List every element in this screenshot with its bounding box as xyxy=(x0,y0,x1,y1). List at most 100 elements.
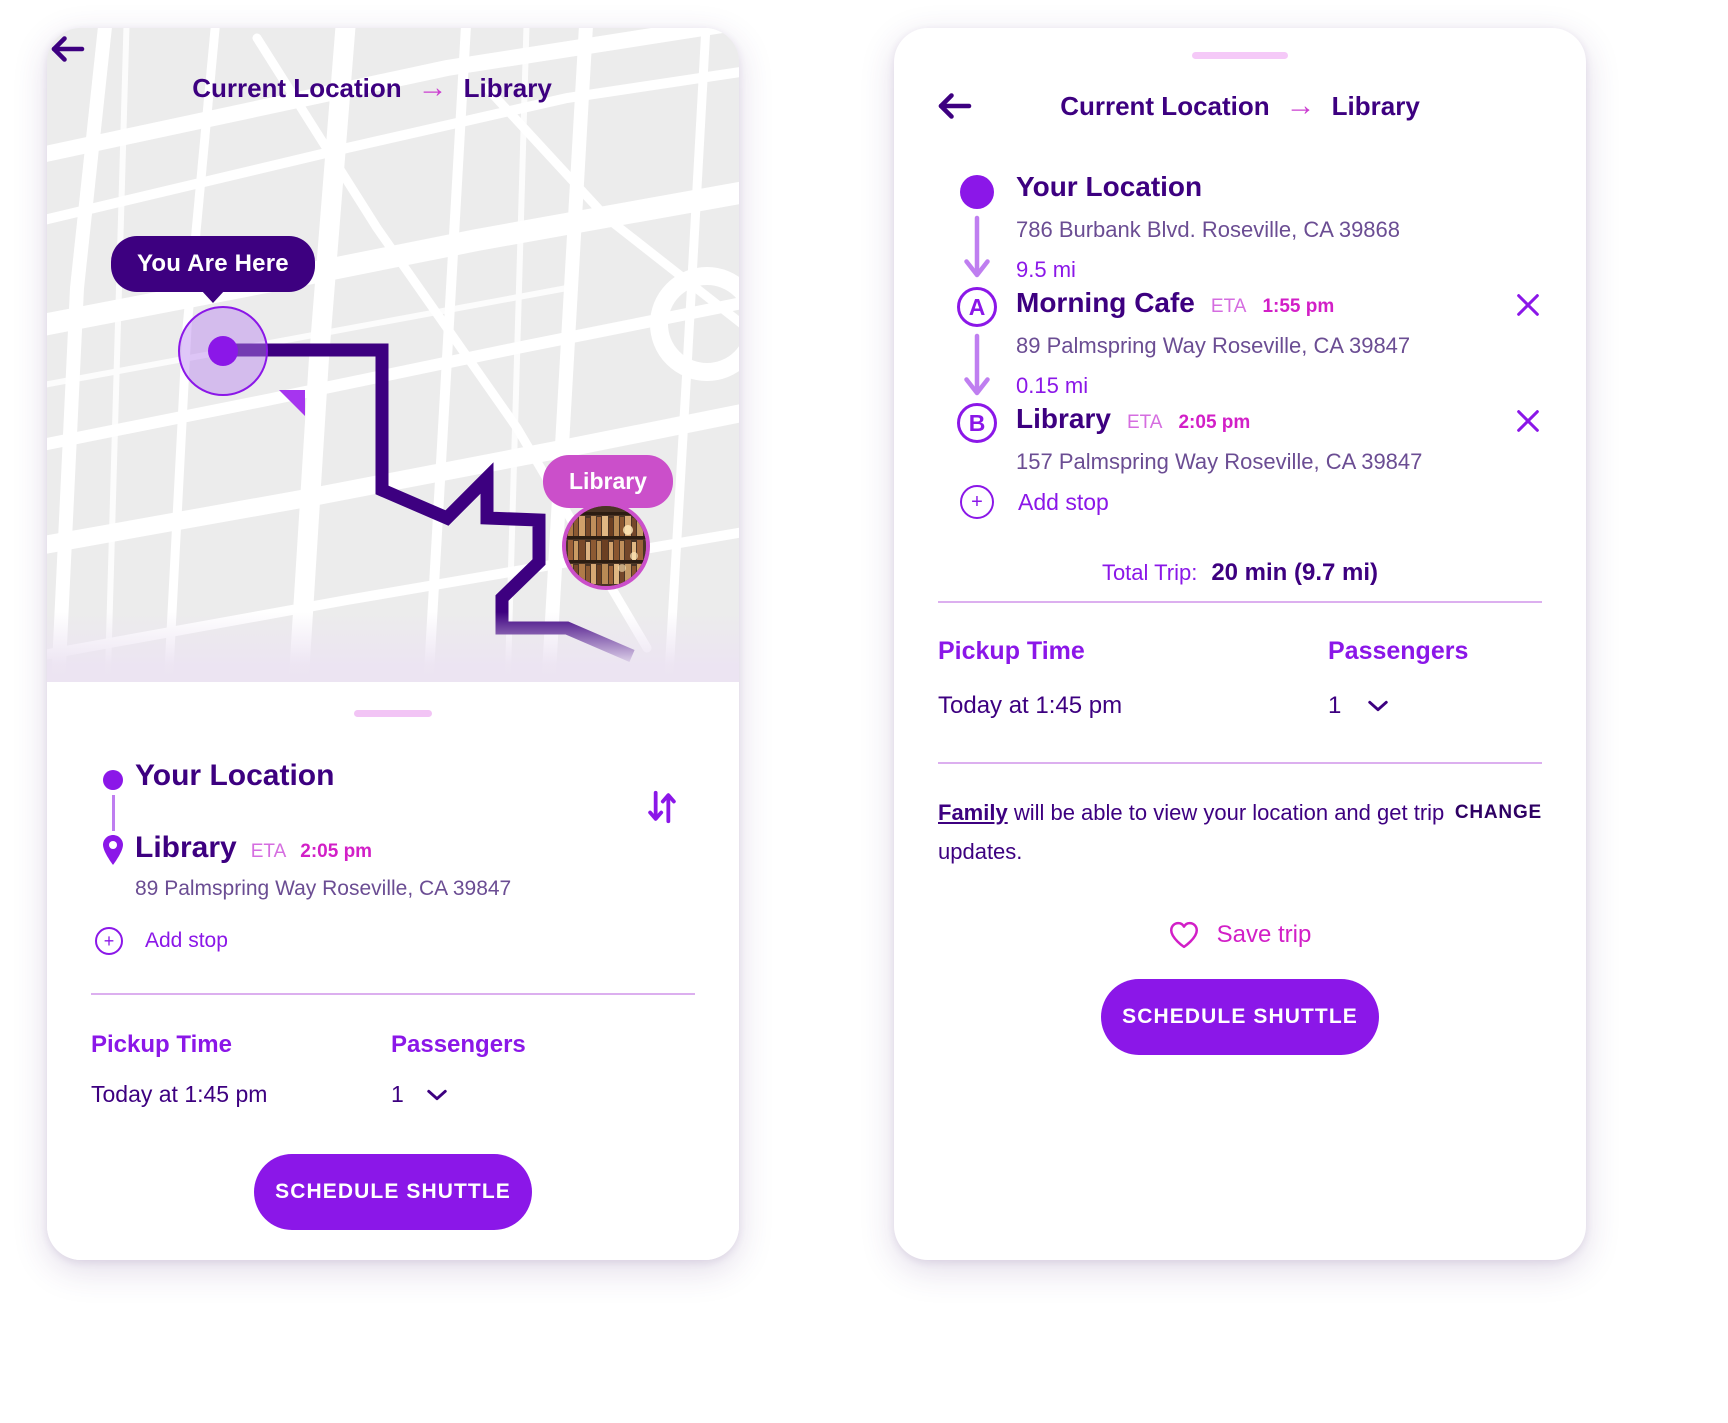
phone-screen-map: Current Location → Library You Are Here … xyxy=(47,28,739,1260)
stop-address: 89 Palmspring Way Roseville, CA 39847 xyxy=(1016,333,1411,358)
origin-dot-icon xyxy=(103,770,123,790)
stop-address: 157 Palmspring Way Roseville, CA 39847 xyxy=(1016,449,1423,474)
stop-title: Your Location xyxy=(1016,171,1542,203)
remove-stop-icon[interactable] xyxy=(1514,407,1542,435)
breadcrumb-arrow-icon: → xyxy=(1285,89,1316,122)
total-trip-label: Total Trip: xyxy=(1101,560,1198,585)
destination-main: Library ETA 2:05 pm 89 Palmspring Way Ro… xyxy=(135,831,511,901)
eta-value: 2:05 pm xyxy=(300,841,373,862)
stop-name: Your Location xyxy=(1016,171,1203,202)
screens-container: Current Location → Library You Are Here … xyxy=(0,0,1728,1423)
stop-list: Your Location 786 Burbank Blvd. Rosevill… xyxy=(938,171,1542,479)
origin-title: Your Location xyxy=(135,759,335,792)
passengers-label: Passengers xyxy=(391,1031,526,1058)
share-audience[interactable]: Family xyxy=(938,800,1008,825)
eta-value: 1:55 pm xyxy=(1262,296,1335,317)
heart-outline-icon xyxy=(1169,921,1198,949)
map-view[interactable]: Current Location → Library You Are Here … xyxy=(47,28,739,682)
sheet-grabber[interactable] xyxy=(1192,52,1288,59)
origin-dot-icon xyxy=(960,175,994,209)
pickup-time-value: Today at 1:45 pm xyxy=(938,692,1123,719)
share-description-rest: will be able to view your location and g… xyxy=(938,800,1445,864)
plus-circle-icon: + xyxy=(960,485,994,519)
route-gutter-destination xyxy=(91,831,135,865)
trip-fields: Pickup Time Today at 1:45 pm Passengers … xyxy=(938,637,1542,720)
eta-label: ETA xyxy=(1126,412,1163,433)
stop-name: Library xyxy=(1016,403,1111,434)
trip-sheet: Your Location Library ETA 2:05 pm 89 Pal… xyxy=(47,710,739,1260)
map-header: Current Location → Library xyxy=(47,28,739,148)
breadcrumb-destination: Library xyxy=(463,72,552,103)
breadcrumb-arrow-icon: → xyxy=(417,71,448,104)
eta-value: 2:05 pm xyxy=(1178,412,1251,433)
phone-screen-stops: Current Location → Library Your Location… xyxy=(894,28,1586,1260)
segment-distance: 9.5 mi xyxy=(1016,257,1076,282)
stop-main: Your Location 786 Burbank Blvd. Rosevill… xyxy=(1016,171,1542,287)
share-settings: Family will be able to view your locatio… xyxy=(938,794,1542,871)
bookshelf-illustration xyxy=(566,506,646,586)
add-stop-label: Add stop xyxy=(145,929,228,952)
list-item: Your Location 786 Burbank Blvd. Rosevill… xyxy=(938,171,1542,287)
save-trip-label: Save trip xyxy=(1216,921,1312,948)
current-location-marker[interactable] xyxy=(178,306,268,396)
stop-title: Library ETA 2:05 pm xyxy=(1016,403,1502,435)
swap-arrows-icon[interactable] xyxy=(643,787,681,827)
route-origin-row: Your Location xyxy=(91,759,695,831)
pickup-time-value: Today at 1:45 pm xyxy=(91,1081,268,1107)
breadcrumb: Current Location → Library xyxy=(83,73,661,104)
passengers-value-wrap: 1 xyxy=(391,1081,591,1108)
passengers-value: 1 xyxy=(1328,692,1342,719)
add-stop-button[interactable]: + Add stop xyxy=(95,927,695,955)
list-item: B Library ETA 2:05 pm 157 Palmspring Way… xyxy=(938,403,1542,479)
stop-gutter xyxy=(938,171,1016,281)
chevron-down-icon[interactable] xyxy=(1367,699,1389,713)
back-arrow-icon[interactable] xyxy=(934,85,976,127)
add-stop-label: Add stop xyxy=(1018,488,1109,515)
passengers-field[interactable]: Passengers 1 xyxy=(1328,637,1542,720)
trip-fields: Pickup Time Today at 1:45 pm Passengers … xyxy=(91,1031,695,1108)
back-arrow-icon[interactable] xyxy=(47,28,89,70)
pickup-time-field[interactable]: Pickup Time Today at 1:45 pm xyxy=(938,637,1328,720)
total-trip: Total Trip: 20 min (9.7 mi) xyxy=(938,559,1542,587)
destination-address: 89 Palmspring Way Roseville, CA 39847 xyxy=(135,877,512,900)
add-stop-button[interactable]: + Add stop xyxy=(938,485,1542,519)
stop-gutter: A xyxy=(938,287,1016,399)
route-gutter-origin xyxy=(91,759,135,831)
pickup-time-label: Pickup Time xyxy=(938,637,1085,665)
schedule-shuttle-button[interactable]: SCHEDULE SHUTTLE xyxy=(1101,979,1379,1055)
total-trip-value: 20 min (9.7 mi) xyxy=(1211,559,1379,586)
route-destination-row: Library ETA 2:05 pm 89 Palmspring Way Ro… xyxy=(91,831,695,901)
divider xyxy=(938,601,1542,603)
breadcrumb-destination: Library xyxy=(1331,90,1420,121)
stop-address: 786 Burbank Blvd. Roseville, CA 39868 xyxy=(1016,217,1401,242)
plus-circle-icon: + xyxy=(95,927,123,955)
current-location-dot-icon xyxy=(208,336,238,366)
passengers-value-wrap: 1 xyxy=(1328,692,1542,720)
eta-label: ETA xyxy=(250,841,287,862)
sheet-grabber[interactable] xyxy=(354,710,432,717)
stop-main: Library ETA 2:05 pm 157 Palmspring Way R… xyxy=(1016,403,1502,479)
chevron-down-icon[interactable] xyxy=(426,1088,448,1102)
sheet-divider xyxy=(91,993,695,995)
remove-stop-icon[interactable] xyxy=(1514,291,1542,319)
passengers-field[interactable]: Passengers 1 xyxy=(391,1031,591,1108)
you-are-here-tooltip: You Are Here xyxy=(111,236,315,292)
eta-label: ETA xyxy=(1210,296,1247,317)
schedule-shuttle-button[interactable]: SCHEDULE SHUTTLE xyxy=(254,1154,532,1230)
pickup-time-field[interactable]: Pickup Time Today at 1:45 pm xyxy=(91,1031,391,1108)
library-bookshelf-photo xyxy=(562,502,650,590)
stop-gutter: B xyxy=(938,403,1016,443)
breadcrumb-origin: Current Location xyxy=(1060,90,1270,121)
stops-header: Current Location → Library xyxy=(894,59,1586,127)
change-audience-button[interactable]: CHANGE xyxy=(1455,802,1542,824)
list-item: A Morning Cafe ETA 1:55 pm 89 Palmspring… xyxy=(938,287,1542,403)
divider xyxy=(938,762,1542,764)
passengers-label: Passengers xyxy=(1328,637,1469,665)
route-connector xyxy=(111,795,115,831)
save-trip-button[interactable]: Save trip xyxy=(938,921,1542,949)
destination-name: Library xyxy=(135,831,237,864)
breadcrumb-origin: Current Location xyxy=(192,72,402,103)
stop-marker-a: A xyxy=(957,287,997,327)
origin-main: Your Location xyxy=(135,759,334,793)
library-map-badge[interactable]: Library xyxy=(543,455,673,508)
